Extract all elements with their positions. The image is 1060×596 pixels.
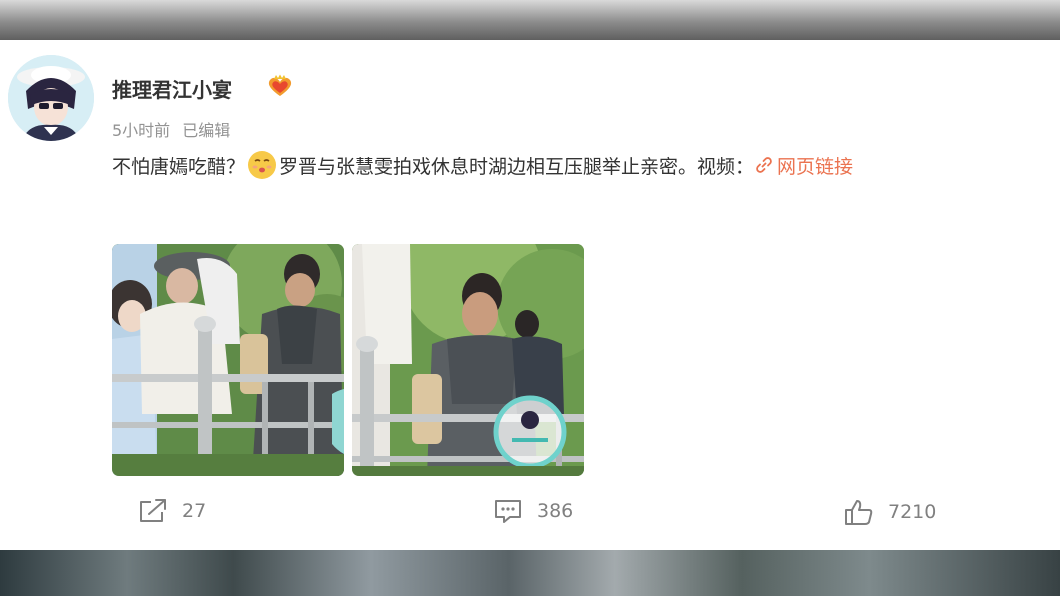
heart-crown-badge-icon[interactable] <box>266 74 294 98</box>
blurred-top-band <box>0 0 1060 40</box>
repost-count: 27 <box>182 500 207 522</box>
repost-button[interactable]: 27 <box>138 498 206 524</box>
post-time[interactable]: 5小时前 <box>112 121 170 140</box>
blurred-bottom-band <box>0 550 1060 596</box>
post-text-part2: 罗晋与张慧雯拍戏休息时湖边相互压腿举止亲密。视频： <box>279 155 755 178</box>
avatar-illustration <box>8 55 94 141</box>
comment-bubble-icon <box>495 500 521 523</box>
post-photo-1[interactable] <box>112 244 344 476</box>
user-avatar[interactable] <box>8 55 94 141</box>
pouting-face-emoji <box>247 150 277 180</box>
edited-label: 已编辑 <box>182 121 231 140</box>
post-text: 不怕唐嫣吃醋？ 罗晋与张慧雯拍戏休息时湖边相互压腿举止亲密。视频： 网页链接 <box>112 150 853 180</box>
comment-button[interactable]: 386 <box>493 498 573 524</box>
web-link-label: 网页链接 <box>777 155 854 178</box>
thumbs-up-icon <box>845 500 873 525</box>
post-photo-2[interactable] <box>352 244 584 476</box>
web-link[interactable]: 网页链接 <box>754 152 853 179</box>
like-button[interactable]: 7210 <box>844 498 936 526</box>
share-arrow-icon <box>140 499 166 522</box>
chain-link-icon <box>756 157 772 173</box>
username[interactable]: 推理君江小宴 <box>112 74 232 103</box>
comment-count: 386 <box>537 500 574 522</box>
photo-2-illustration <box>352 244 584 476</box>
photo-1-illustration <box>112 244 344 476</box>
like-count: 7210 <box>888 501 937 523</box>
post-meta: 5小时前 已编辑 <box>112 117 230 141</box>
post-text-part1: 不怕唐嫣吃醋？ <box>112 155 246 178</box>
